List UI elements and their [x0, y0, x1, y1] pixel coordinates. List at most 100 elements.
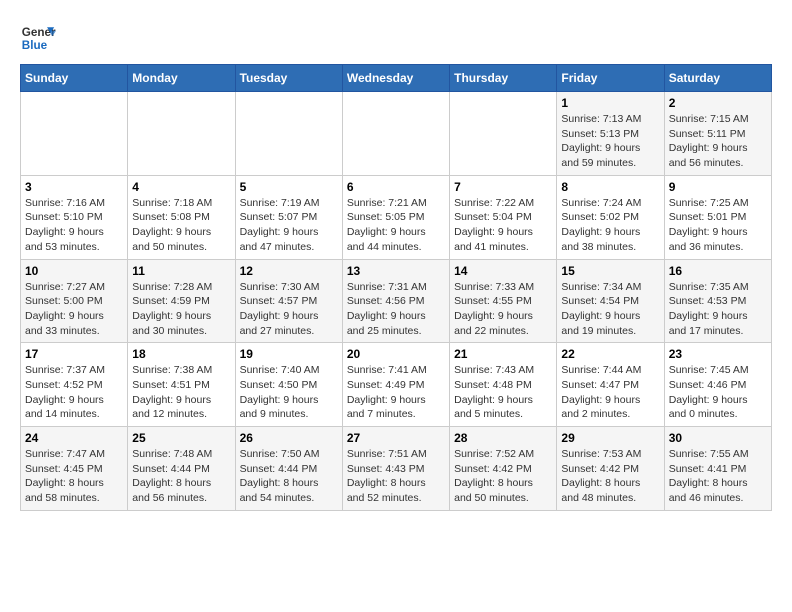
calendar-cell: 29 Sunrise: 7:53 AM Sunset: 4:42 PM Dayli… — [557, 427, 664, 511]
calendar-cell: 7 Sunrise: 7:22 AM Sunset: 5:04 PM Daylig… — [450, 175, 557, 259]
calendar-cell: 22 Sunrise: 7:44 AM Sunset: 4:47 PM Dayli… — [557, 343, 664, 427]
day-info: Sunrise: 7:50 AM Sunset: 4:44 PM Dayligh… — [240, 447, 338, 506]
day-number: 25 — [132, 431, 230, 445]
calendar-cell — [21, 92, 128, 176]
day-info: Sunrise: 7:43 AM Sunset: 4:48 PM Dayligh… — [454, 363, 552, 422]
calendar-cell: 17 Sunrise: 7:37 AM Sunset: 4:52 PM Dayli… — [21, 343, 128, 427]
day-number: 15 — [561, 264, 659, 278]
calendar-cell: 13 Sunrise: 7:31 AM Sunset: 4:56 PM Dayli… — [342, 259, 449, 343]
day-number: 9 — [669, 180, 767, 194]
calendar-cell: 24 Sunrise: 7:47 AM Sunset: 4:45 PM Dayli… — [21, 427, 128, 511]
day-number: 28 — [454, 431, 552, 445]
calendar-header-wednesday: Wednesday — [342, 65, 449, 92]
calendar-cell: 4 Sunrise: 7:18 AM Sunset: 5:08 PM Daylig… — [128, 175, 235, 259]
calendar-header-friday: Friday — [557, 65, 664, 92]
calendar-cell: 12 Sunrise: 7:30 AM Sunset: 4:57 PM Dayli… — [235, 259, 342, 343]
day-info: Sunrise: 7:47 AM Sunset: 4:45 PM Dayligh… — [25, 447, 123, 506]
calendar-cell: 5Sunrise: 7:19 AM Sunset: 5:07 PM Daylig… — [235, 175, 342, 259]
day-number: 7 — [454, 180, 552, 194]
day-info: Sunrise: 7:18 AM Sunset: 5:08 PM Dayligh… — [132, 196, 230, 255]
calendar-week-row: 3 Sunrise: 7:16 AM Sunset: 5:10 PM Daylig… — [21, 175, 772, 259]
calendar-header-tuesday: Tuesday — [235, 65, 342, 92]
svg-text:Blue: Blue — [22, 39, 48, 52]
day-info: Sunrise: 7:35 AM Sunset: 4:53 PM Dayligh… — [669, 280, 767, 339]
logo-icon: General Blue — [20, 20, 56, 56]
calendar-week-row: 17 Sunrise: 7:37 AM Sunset: 4:52 PM Dayli… — [21, 343, 772, 427]
logo: General Blue — [20, 20, 56, 56]
calendar-cell: 21 Sunrise: 7:43 AM Sunset: 4:48 PM Dayli… — [450, 343, 557, 427]
calendar-cell — [450, 92, 557, 176]
day-info: Sunrise: 7:48 AM Sunset: 4:44 PM Dayligh… — [132, 447, 230, 506]
day-number: 11 — [132, 264, 230, 278]
day-info: Sunrise: 7:33 AM Sunset: 4:55 PM Dayligh… — [454, 280, 552, 339]
day-number: 18 — [132, 347, 230, 361]
calendar-week-row: 24 Sunrise: 7:47 AM Sunset: 4:45 PM Dayli… — [21, 427, 772, 511]
day-info: Sunrise: 7:28 AM Sunset: 4:59 PM Dayligh… — [132, 280, 230, 339]
day-number: 14 — [454, 264, 552, 278]
calendar-cell: 1Sunrise: 7:13 AM Sunset: 5:13 PM Daylig… — [557, 92, 664, 176]
calendar-cell: 2 Sunrise: 7:15 AM Sunset: 5:11 PM Daylig… — [664, 92, 771, 176]
page-header: General Blue — [20, 20, 772, 56]
day-number: 24 — [25, 431, 123, 445]
day-number: 12 — [240, 264, 338, 278]
day-number: 6 — [347, 180, 445, 194]
day-info: Sunrise: 7:53 AM Sunset: 4:42 PM Dayligh… — [561, 447, 659, 506]
calendar-table: SundayMondayTuesdayWednesdayThursdayFrid… — [20, 64, 772, 511]
day-number: 21 — [454, 347, 552, 361]
calendar-header-thursday: Thursday — [450, 65, 557, 92]
day-number: 2 — [669, 96, 767, 110]
calendar-cell: 10 Sunrise: 7:27 AM Sunset: 5:00 PM Dayli… — [21, 259, 128, 343]
day-info: Sunrise: 7:55 AM Sunset: 4:41 PM Dayligh… — [669, 447, 767, 506]
day-info: Sunrise: 7:22 AM Sunset: 5:04 PM Dayligh… — [454, 196, 552, 255]
calendar-cell: 6 Sunrise: 7:21 AM Sunset: 5:05 PM Daylig… — [342, 175, 449, 259]
calendar-cell — [128, 92, 235, 176]
day-number: 29 — [561, 431, 659, 445]
calendar-cell: 28 Sunrise: 7:52 AM Sunset: 4:42 PM Dayli… — [450, 427, 557, 511]
calendar-cell: 14 Sunrise: 7:33 AM Sunset: 4:55 PM Dayli… — [450, 259, 557, 343]
day-number: 16 — [669, 264, 767, 278]
day-info: Sunrise: 7:51 AM Sunset: 4:43 PM Dayligh… — [347, 447, 445, 506]
day-number: 26 — [240, 431, 338, 445]
day-number: 10 — [25, 264, 123, 278]
day-info: Sunrise: 7:45 AM Sunset: 4:46 PM Dayligh… — [669, 363, 767, 422]
day-number: 3 — [25, 180, 123, 194]
day-info: Sunrise: 7:21 AM Sunset: 5:05 PM Dayligh… — [347, 196, 445, 255]
calendar-cell: 3 Sunrise: 7:16 AM Sunset: 5:10 PM Daylig… — [21, 175, 128, 259]
day-info: Sunrise: 7:40 AM Sunset: 4:50 PM Dayligh… — [240, 363, 338, 422]
day-number: 13 — [347, 264, 445, 278]
day-info: Sunrise: 7:44 AM Sunset: 4:47 PM Dayligh… — [561, 363, 659, 422]
calendar-cell: 8Sunrise: 7:24 AM Sunset: 5:02 PM Daylig… — [557, 175, 664, 259]
calendar-cell: 27 Sunrise: 7:51 AM Sunset: 4:43 PM Dayli… — [342, 427, 449, 511]
calendar-week-row: 10 Sunrise: 7:27 AM Sunset: 5:00 PM Dayli… — [21, 259, 772, 343]
calendar-cell — [235, 92, 342, 176]
day-info: Sunrise: 7:30 AM Sunset: 4:57 PM Dayligh… — [240, 280, 338, 339]
calendar-cell: 19 Sunrise: 7:40 AM Sunset: 4:50 PM Dayli… — [235, 343, 342, 427]
calendar-cell: 25 Sunrise: 7:48 AM Sunset: 4:44 PM Dayli… — [128, 427, 235, 511]
calendar-header-row: SundayMondayTuesdayWednesdayThursdayFrid… — [21, 65, 772, 92]
day-number: 4 — [132, 180, 230, 194]
calendar-body: 1Sunrise: 7:13 AM Sunset: 5:13 PM Daylig… — [21, 92, 772, 511]
day-info: Sunrise: 7:16 AM Sunset: 5:10 PM Dayligh… — [25, 196, 123, 255]
day-info: Sunrise: 7:31 AM Sunset: 4:56 PM Dayligh… — [347, 280, 445, 339]
day-info: Sunrise: 7:13 AM Sunset: 5:13 PM Dayligh… — [561, 112, 659, 171]
day-info: Sunrise: 7:37 AM Sunset: 4:52 PM Dayligh… — [25, 363, 123, 422]
day-number: 23 — [669, 347, 767, 361]
day-info: Sunrise: 7:52 AM Sunset: 4:42 PM Dayligh… — [454, 447, 552, 506]
calendar-cell: 15Sunrise: 7:34 AM Sunset: 4:54 PM Dayli… — [557, 259, 664, 343]
calendar-header-saturday: Saturday — [664, 65, 771, 92]
day-number: 27 — [347, 431, 445, 445]
day-number: 8 — [561, 180, 659, 194]
day-number: 19 — [240, 347, 338, 361]
day-info: Sunrise: 7:15 AM Sunset: 5:11 PM Dayligh… — [669, 112, 767, 171]
calendar-week-row: 1Sunrise: 7:13 AM Sunset: 5:13 PM Daylig… — [21, 92, 772, 176]
day-number: 22 — [561, 347, 659, 361]
calendar-cell: 23 Sunrise: 7:45 AM Sunset: 4:46 PM Dayli… — [664, 343, 771, 427]
day-number: 30 — [669, 431, 767, 445]
day-number: 20 — [347, 347, 445, 361]
day-number: 17 — [25, 347, 123, 361]
calendar-header-monday: Monday — [128, 65, 235, 92]
day-info: Sunrise: 7:27 AM Sunset: 5:00 PM Dayligh… — [25, 280, 123, 339]
calendar-cell — [342, 92, 449, 176]
calendar-cell: 20Sunrise: 7:41 AM Sunset: 4:49 PM Dayli… — [342, 343, 449, 427]
calendar-cell: 30 Sunrise: 7:55 AM Sunset: 4:41 PM Dayli… — [664, 427, 771, 511]
